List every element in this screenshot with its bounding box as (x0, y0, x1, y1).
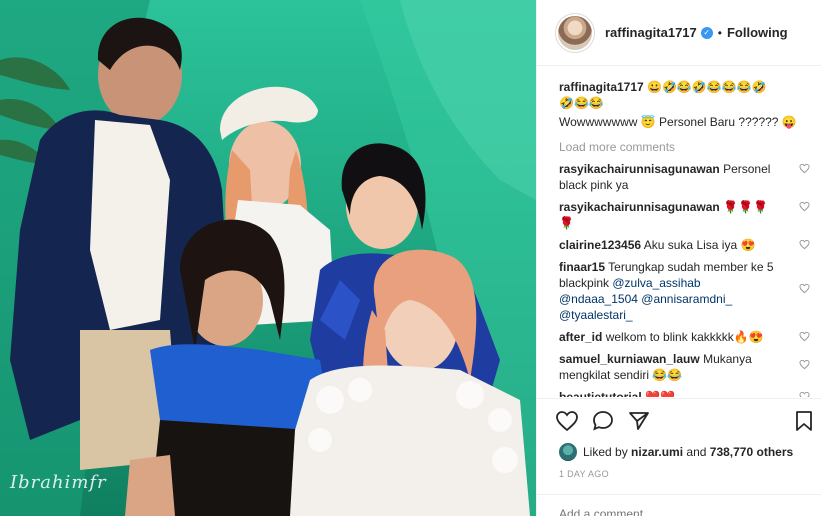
bookmark-icon[interactable] (792, 409, 816, 433)
action-icons (555, 409, 651, 433)
small-heart-icon[interactable] (799, 391, 810, 397)
caption-text: Wowwwwwww 😇 Personel Baru ?????? 😛 (559, 115, 797, 129)
header-separator: • (717, 25, 722, 40)
post-side-panel: raffinagita1717 ✓ • Following raffinagit… (536, 0, 821, 516)
comment-text: welkom to blink kakkkkk🔥😍 (605, 330, 764, 344)
photo-signature: Ibrahimfr (10, 472, 107, 493)
small-heart-icon[interactable] (799, 331, 810, 342)
comment-username[interactable]: rasyikachairunnisagunawan (559, 200, 720, 214)
small-heart-icon[interactable] (799, 239, 810, 250)
likes-conjunction: and (686, 445, 707, 459)
comment-item: rasyikachairunnisagunawan 🌹🌹🌹🌹 (559, 199, 810, 231)
header-username[interactable]: raffinagita1717 (605, 25, 697, 40)
comment-text: Aku suka Lisa iya 😍 (643, 238, 756, 252)
comment-username[interactable]: rasyikachairunnisagunawan (559, 162, 720, 176)
avatar-image (558, 15, 592, 50)
comment-username[interactable]: finaar15 (559, 260, 605, 274)
comment-item: samuel_kurniawan_lauw Mukanya mengkilat … (559, 351, 810, 383)
comment-mention[interactable]: @ndaaa_1504 (559, 292, 638, 306)
likes-summary: Liked by nizar.umi and 738,770 others (559, 443, 793, 461)
small-heart-icon[interactable] (799, 163, 810, 174)
comment-username[interactable]: beautietutorial (559, 390, 642, 397)
comment-username[interactable]: samuel_kurniawan_lauw (559, 352, 700, 366)
comment-mention[interactable]: @tyaalestari_ (559, 308, 633, 322)
comment-item: rasyikachairunnisagunawan Personel black… (559, 161, 810, 193)
small-heart-icon[interactable] (799, 201, 810, 212)
group-photo-illustration (0, 0, 536, 516)
profile-avatar[interactable] (555, 12, 595, 53)
small-heart-icon[interactable] (799, 283, 810, 294)
comment-mention[interactable]: @zulva_assihab (612, 276, 700, 290)
load-more-comments-link[interactable]: Load more comments (559, 140, 800, 154)
comment-text: ❤️❤️ (645, 390, 675, 397)
liker-avatar[interactable] (559, 443, 577, 461)
post-actions: Liked by nizar.umi and 738,770 others 1 … (537, 398, 821, 516)
comment-mention[interactable]: @annisaramdni_ (641, 292, 732, 306)
comment-username[interactable]: clairine123456 (559, 238, 641, 252)
small-heart-icon[interactable] (799, 359, 810, 370)
comments-list[interactable]: raffinagita1717 😀🤣😂🤣😂😂😂🤣 🤣😂😂 Wowwwwwww 😇… (537, 67, 821, 397)
post-timestamp[interactable]: 1 DAY AGO (559, 469, 609, 479)
caption-username[interactable]: raffinagita1717 (559, 80, 644, 94)
add-comment-input[interactable] (537, 494, 821, 516)
comment-item: after_id welkom to blink kakkkkk🔥😍 (559, 329, 810, 345)
post-photo[interactable]: Ibrahimfr (0, 0, 536, 516)
comment-username[interactable]: after_id (559, 330, 602, 344)
likes-prefix: Liked by (583, 445, 628, 459)
comment-item: clairine123456 Aku suka Lisa iya 😍 (559, 237, 810, 253)
comment-item: finaar15 Terungkap sudah member ke 5 bla… (559, 259, 810, 323)
post-header: raffinagita1717 ✓ • Following (537, 0, 821, 66)
paper-plane-icon[interactable] (627, 409, 651, 433)
caption-emoji-line2: 🤣😂😂 (559, 96, 604, 110)
caption-emoji-line1: 😀🤣😂🤣😂😂😂🤣 (647, 80, 767, 94)
speech-bubble-icon[interactable] (591, 409, 615, 433)
heart-outline-icon[interactable] (555, 409, 579, 433)
liker-username[interactable]: nizar.umi (631, 445, 683, 459)
verified-badge-icon: ✓ (700, 26, 713, 39)
likes-count[interactable]: 738,770 others (710, 445, 793, 459)
following-button[interactable]: Following (727, 25, 788, 40)
comment-item: beautietutorial ❤️❤️ (559, 389, 810, 397)
post-caption: raffinagita1717 😀🤣😂🤣😂😂😂🤣 🤣😂😂 Wowwwwwww 😇… (559, 79, 800, 130)
